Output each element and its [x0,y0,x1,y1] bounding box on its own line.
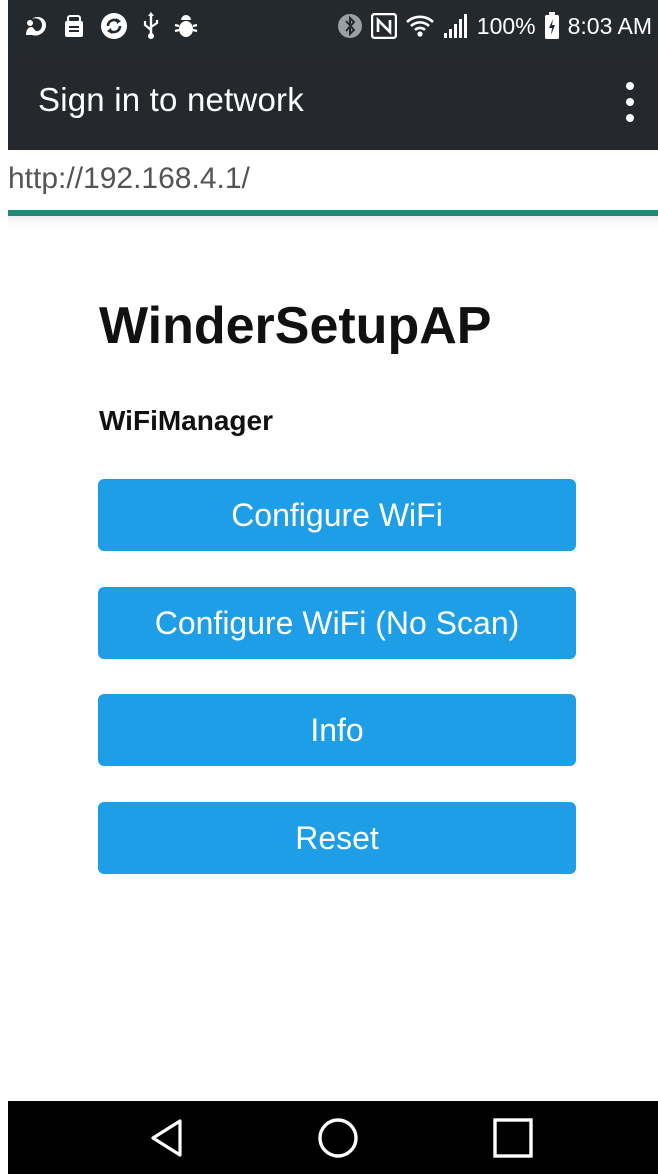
recents-icon[interactable] [489,1115,537,1161]
info-button[interactable]: Info [98,694,576,766]
signal-icon [443,13,469,39]
status-bar: 100% 8:03 AM [8,0,658,52]
usb-icon [142,12,160,40]
toolbar-title: Sign in to network [38,81,304,118]
wifi-icon [405,14,435,38]
status-time: 8:03 AM [567,12,652,39]
bluetooth-icon [337,13,363,39]
overflow-menu-icon[interactable] [622,82,638,122]
url-text: http://192.168.4.1/ [8,162,250,195]
back-icon[interactable] [143,1115,191,1161]
configure-wifi-no-scan-button[interactable]: Configure WiFi (No Scan) [98,587,576,659]
url-bar-shadow [8,216,658,226]
bug-icon [174,13,198,39]
status-left-icons [22,10,198,42]
page-title: WinderSetupAP [99,297,492,355]
notification-squirrel-icon [22,13,48,39]
battery-icon [544,12,560,40]
menu-dot [626,98,634,106]
navigation-bar [8,1101,658,1174]
reset-button[interactable]: Reset [98,802,576,874]
configure-wifi-button[interactable]: Configure WiFi [98,479,576,551]
battery-percent: 100% [476,12,536,39]
menu-dot [626,82,634,90]
home-icon[interactable] [314,1115,362,1161]
notification-box-icon [62,13,86,39]
url-bar: http://192.168.4.1/ [8,150,658,212]
page-subtitle: WiFiManager [99,405,273,436]
status-right-icons: 100% 8:03 AM [337,8,652,44]
menu-dot [626,114,634,122]
nfc-icon [370,13,397,39]
captive-portal-toolbar: Sign in to network [8,52,658,150]
sync-icon [100,12,128,40]
